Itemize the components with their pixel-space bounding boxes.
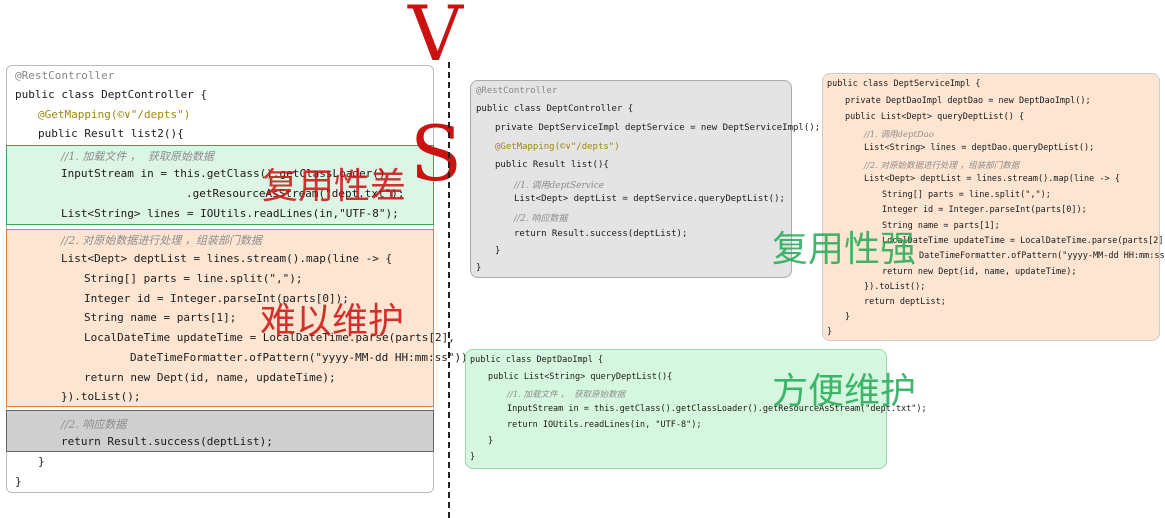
code-comment: //1. 加载文件 ， 获取原始数据 [61,150,214,163]
code-line: @RestController [15,69,115,82]
vs-letter-s: S [410,109,463,198]
code-line: public Result list2(){ [38,127,184,140]
code-line: List<Dept> deptList = lines.stream().map… [864,174,1120,184]
code-line: } [495,246,501,256]
code-line: } [827,327,833,337]
label-hard-maintain: 难以维护 [260,301,405,342]
label-reuse-good: 复用性强 [772,229,917,270]
code-comment: //2. 响应数据 [514,214,568,224]
code-line: DateTimeFormatter.ofPattern("yyyy-MM-dd … [919,251,1165,261]
code-line: LocalDateTime updateTime = LocalDateTime… [882,236,1165,246]
code-comment: //2. 对原始数据进行处理 ，组装部门数据 [864,161,1020,171]
label-reuse-poor: 复用性差 [262,166,407,207]
vs-letter-v: V [408,0,463,78]
code-line: DateTimeFormatter.ofPattern("yyyy-MM-dd … [130,351,475,364]
code-line: public List<String> queryDeptList(){ [488,372,673,382]
code-line: List<Dept> deptList = lines.stream().map… [61,252,393,265]
code-line: public class DeptServiceImpl { [827,79,981,89]
code-line: } [470,452,476,462]
code-line: String[] parts = line.split(","); [882,190,1051,200]
code-line: @GetMapping(©∨"/depts") [38,108,191,121]
code-line: Integer id = Integer.parseInt(parts[0]); [882,205,1087,215]
code-line: return Result.success(deptList); [61,435,273,448]
layered-controller-panel: @RestController public class DeptControl… [470,80,820,278]
code-comment: //1. 加载文件 ， 获取原始数据 [507,390,626,400]
code-line: @GetMapping(©∨"/depts") [495,142,620,152]
label-easy-maintain: 方便维护 [772,371,917,412]
code-line: List<String> lines = deptDao.queryDeptLi… [864,143,1095,153]
code-line: }).toList(); [864,282,926,292]
code-line: return new Dept(id, name, updateTime); [84,371,336,384]
code-line: List<Dept> deptList = deptService.queryD… [514,194,785,204]
code-line: } [15,475,22,488]
code-line: public Result list(){ [495,160,609,170]
code-comment: //2. 对原始数据进行处理 ，组装部门数据 [61,234,262,247]
divider-line [448,62,450,518]
monolithic-controller-panel: @RestController public class DeptControl… [6,65,474,493]
code-line: @RestController [476,86,558,96]
service-panel: public class DeptServiceImpl { private D… [822,73,1165,341]
code-line: String[] parts = line.split(","); [84,272,303,285]
code-line: return Result.success(deptList); [514,229,688,239]
code-line: private DeptServiceImpl deptService = ne… [495,123,821,133]
code-comment: //1. 调用deptService [514,181,605,191]
code-line: } [476,263,482,273]
code-line: public List<Dept> queryDeptList() { [845,112,1025,122]
code-line: return deptList; [864,297,946,307]
code-line: public class DeptController { [476,104,634,114]
code-line: } [38,455,45,468]
code-line: } [845,312,851,322]
code-comment: //1. 调用deptDao [864,130,934,140]
code-line: return IOUtils.readLines(in, "UTF-8"); [507,420,702,430]
code-line: public class DeptController { [15,88,208,101]
code-line: private DeptDaoImpl deptDao = new DeptDa… [845,96,1091,106]
code-line: String name = parts[1]; [84,311,237,324]
code-line: }).toList(); [61,390,141,403]
code-line: } [488,436,494,446]
code-comment: //2. 响应数据 [61,418,127,431]
code-line: public class DeptDaoImpl { [470,355,604,365]
